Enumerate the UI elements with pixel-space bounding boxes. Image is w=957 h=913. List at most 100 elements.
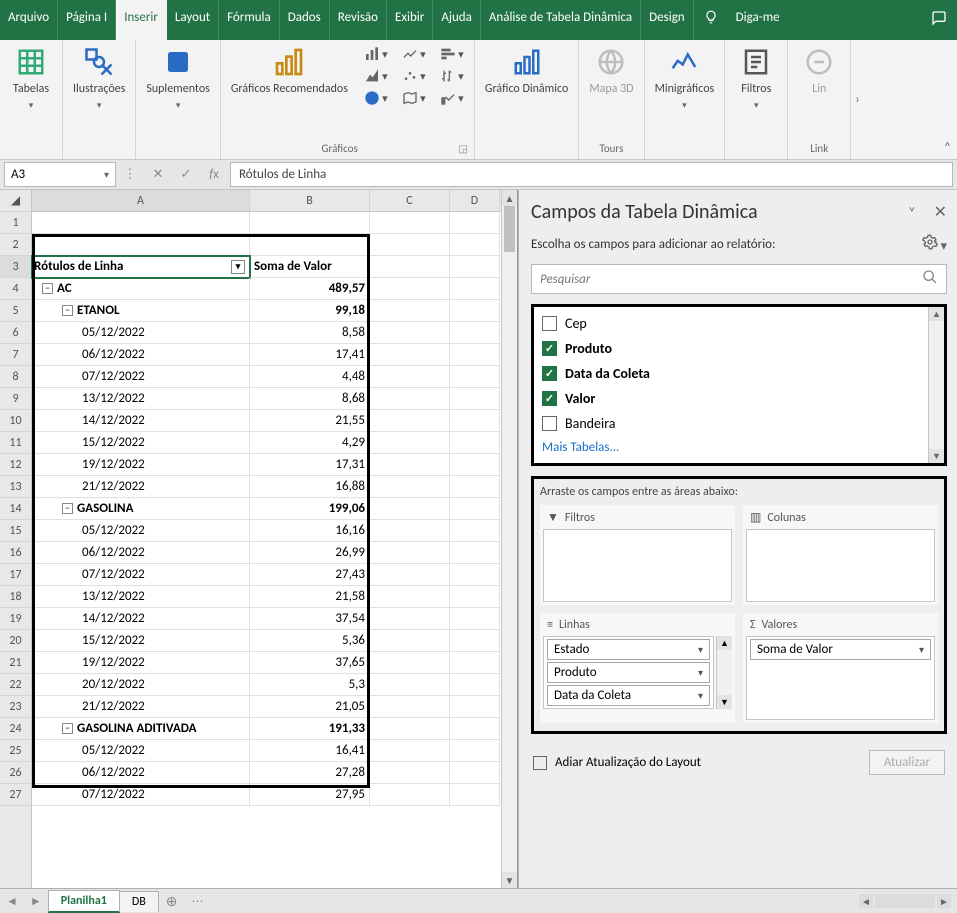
cell[interactable] — [450, 696, 500, 718]
area-linhas[interactable]: ≡Linhas Estado▾Produto▾Data da Coleta▾ ▲… — [540, 613, 735, 723]
chart-line-button[interactable]: ▾ — [396, 44, 430, 64]
dialog-launcher-icon[interactable]: ◲ — [458, 142, 467, 155]
cell[interactable] — [370, 784, 450, 806]
cell[interactable] — [32, 234, 250, 256]
cell[interactable] — [370, 476, 450, 498]
cell[interactable] — [370, 542, 450, 564]
ribbon-scroll-right-icon[interactable]: › — [851, 40, 863, 159]
cell[interactable] — [450, 674, 500, 696]
menu-layout[interactable]: Layout — [167, 0, 219, 40]
scroll-down-icon[interactable]: ▼ — [502, 872, 517, 888]
cell[interactable] — [370, 278, 450, 300]
chevron-down-icon[interactable]: ▾ — [698, 666, 703, 679]
field-checkbox[interactable]: ✓ — [542, 341, 557, 356]
menu-analise-tabela-dinamica[interactable]: Análise de Tabela Dinâmica — [481, 0, 641, 40]
cell[interactable]: 37,65 — [250, 652, 370, 674]
row-header[interactable]: 5 — [0, 300, 31, 322]
cell[interactable]: 07/12/2022 — [32, 564, 250, 586]
ribbon-graficos-recomendados[interactable]: Gráficos Recomendados — [227, 44, 352, 98]
row-header[interactable]: 2 — [0, 234, 31, 256]
ribbon-grafico-dinamico[interactable]: Gráfico Dinâmico — [481, 44, 572, 98]
row-header[interactable]: 21 — [0, 652, 31, 674]
ribbon-tabelas[interactable]: Tabelas ▾ — [6, 44, 56, 113]
chart-stock-button[interactable]: ▾ — [434, 66, 468, 86]
search-input[interactable] — [540, 272, 922, 287]
cell[interactable] — [450, 212, 500, 234]
cell[interactable]: 8,68 — [250, 388, 370, 410]
cell[interactable] — [370, 388, 450, 410]
collapse-icon[interactable]: − — [62, 723, 73, 734]
defer-checkbox[interactable] — [533, 756, 547, 770]
cell[interactable]: 19/12/2022 — [32, 454, 250, 476]
sheet-nav-first-icon[interactable]: ◄ — [0, 894, 24, 909]
scroll-up-icon[interactable]: ▲ — [929, 307, 944, 321]
col-header-B[interactable]: B — [250, 190, 370, 211]
area-filtros[interactable]: ▼Filtros — [540, 505, 735, 605]
row-header[interactable]: 20 — [0, 630, 31, 652]
cell[interactable] — [450, 564, 500, 586]
ribbon-filtros[interactable]: Filtros ▾ — [731, 44, 781, 113]
field-item[interactable]: ✓Produto — [540, 336, 922, 361]
col-header-C[interactable]: C — [370, 190, 450, 211]
row-header[interactable]: 7 — [0, 344, 31, 366]
chart-map-button[interactable]: ▾ — [396, 88, 430, 108]
row-header[interactable]: 22 — [0, 674, 31, 696]
menu-ajuda[interactable]: Ajuda — [433, 0, 481, 40]
chevron-down-icon[interactable]: ▾ — [919, 643, 924, 656]
sheet-nav-prev-icon[interactable]: ► — [24, 894, 48, 909]
cell[interactable] — [370, 520, 450, 542]
cell[interactable] — [450, 322, 500, 344]
cell[interactable] — [370, 740, 450, 762]
cell[interactable]: 05/12/2022 — [32, 322, 250, 344]
cell[interactable] — [250, 234, 370, 256]
cell[interactable]: 17,41 — [250, 344, 370, 366]
cell[interactable]: 16,88 — [250, 476, 370, 498]
cell[interactable]: 27,95 — [250, 784, 370, 806]
cell[interactable]: 16,41 — [250, 740, 370, 762]
cell[interactable]: 15/12/2022 — [32, 432, 250, 454]
cell[interactable]: −GASOLINA — [32, 498, 250, 520]
cell[interactable]: 07/12/2022 — [32, 784, 250, 806]
row-header[interactable]: 27 — [0, 784, 31, 806]
scroll-right-icon[interactable]: ► — [937, 894, 951, 908]
cell[interactable]: 15/12/2022 — [32, 630, 250, 652]
cell[interactable]: 27,28 — [250, 762, 370, 784]
field-item[interactable]: Bandeira — [540, 411, 922, 436]
cell[interactable]: 14/12/2022 — [32, 410, 250, 432]
chevron-down-icon[interactable]: ▾ — [698, 643, 703, 656]
cell[interactable] — [450, 234, 500, 256]
row-header[interactable]: 1 — [0, 212, 31, 234]
cell[interactable] — [450, 476, 500, 498]
cell[interactable] — [32, 212, 250, 234]
field-checkbox[interactable]: ✓ — [542, 391, 557, 406]
cell[interactable] — [370, 454, 450, 476]
cell[interactable] — [450, 586, 500, 608]
field-item[interactable]: ✓Data da Coleta — [540, 361, 922, 386]
field-item[interactable]: Cep — [540, 311, 922, 336]
cell[interactable]: 21,58 — [250, 586, 370, 608]
sheet-tab-planilha1[interactable]: Planilha1 — [48, 890, 120, 913]
row-header[interactable]: 26 — [0, 762, 31, 784]
cell[interactable] — [450, 278, 500, 300]
row-header[interactable]: 12 — [0, 454, 31, 476]
fx-icon[interactable]: fx — [201, 162, 227, 187]
scroll-left-icon[interactable]: ◄ — [859, 894, 873, 908]
area-field-dropdown[interactable]: Data da Coleta▾ — [547, 685, 710, 706]
cell[interactable] — [370, 344, 450, 366]
pane-collapse-icon[interactable]: ˅ — [908, 204, 916, 221]
scroll-up-icon[interactable]: ▲ — [717, 636, 732, 650]
ribbon-minigraficos[interactable]: Minigráficos ▾ — [651, 44, 719, 113]
row-header[interactable]: 10 — [0, 410, 31, 432]
ribbon-link[interactable]: Lin — [794, 44, 844, 98]
cell[interactable]: 06/12/2022 — [32, 344, 250, 366]
cell[interactable] — [450, 718, 500, 740]
area-field-dropdown[interactable]: Produto▾ — [547, 662, 710, 683]
row-header[interactable]: 16 — [0, 542, 31, 564]
cell[interactable]: 5,36 — [250, 630, 370, 652]
cell[interactable] — [370, 674, 450, 696]
cell[interactable] — [450, 630, 500, 652]
cell[interactable]: 05/12/2022 — [32, 520, 250, 542]
chart-scatter-button[interactable]: ▾ — [396, 66, 430, 86]
scroll-up-icon[interactable]: ▲ — [502, 190, 517, 206]
cell[interactable]: 14/12/2022 — [32, 608, 250, 630]
